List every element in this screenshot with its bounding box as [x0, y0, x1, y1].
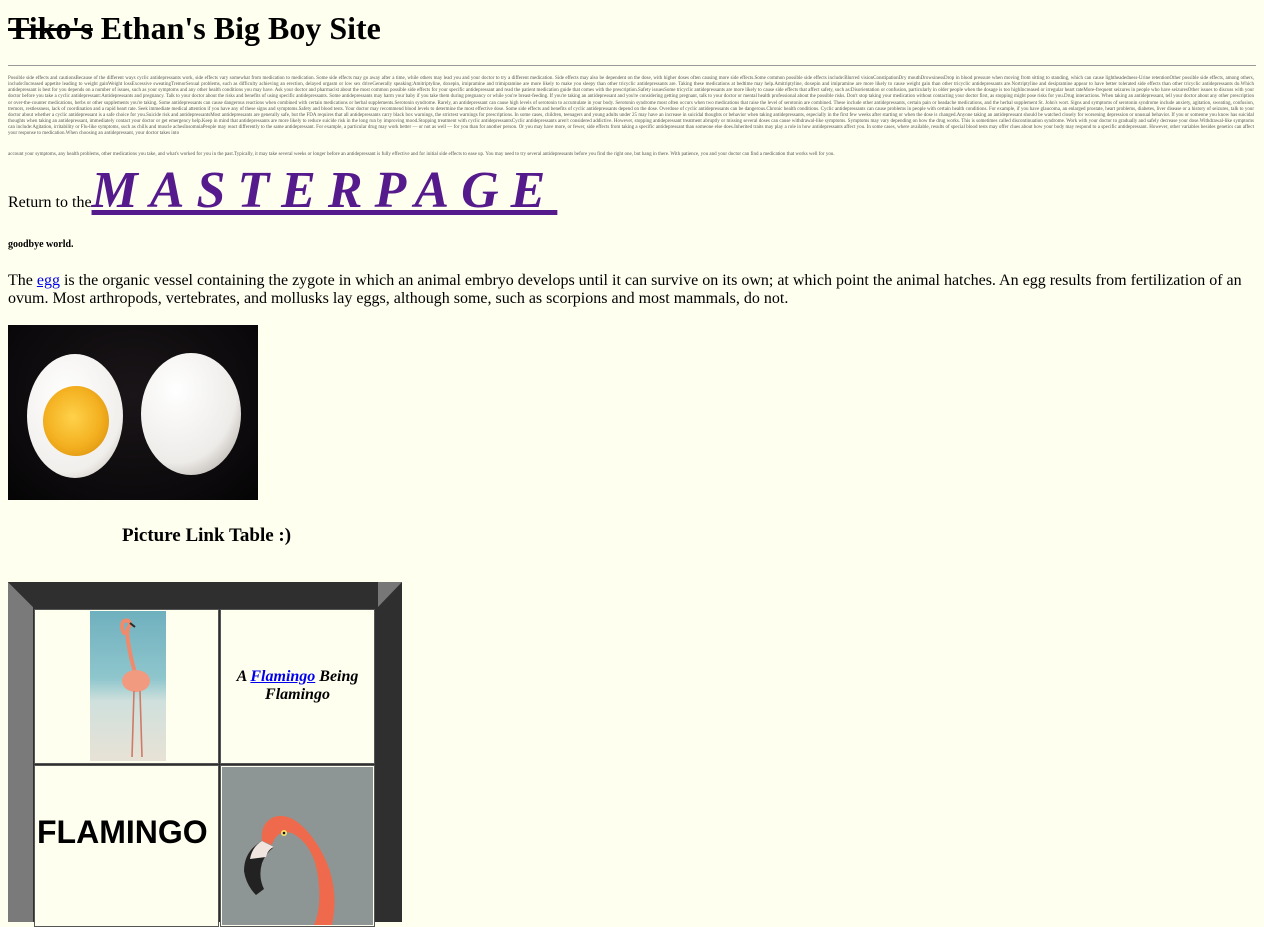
egg-paragraph: The egg is the organic vessel containing… — [8, 272, 1252, 309]
cell-flamingo-caption: A Flamingo Being Flamingo — [220, 609, 375, 764]
site-title: Tiko's Ethan's Big Boy Site — [8, 0, 1256, 48]
flamingo-word: FLAMINGO — [37, 814, 208, 850]
caption-lead: A — [236, 668, 251, 685]
horizontal-rule — [8, 65, 1256, 66]
fine-print-tail: account your symptoms, any health proble… — [8, 151, 835, 157]
cell-flamingo-photo — [34, 609, 219, 764]
cell-flamingo-word: FLAMINGO — [34, 765, 219, 927]
site-title-text: Ethan's Big Boy Site — [100, 10, 381, 46]
flamingo-caption: A Flamingo Being Flamingo — [221, 668, 374, 704]
goodbye-text: goodbye world. — [8, 238, 74, 250]
flamingo-head-photo[interactable] — [222, 767, 373, 925]
egg-para-body: is the organic vessel containing the zyg… — [8, 271, 1242, 308]
fine-print-block: Possible side effects and cautionsBecaus… — [8, 76, 1254, 137]
flamingo-standing-photo[interactable] — [90, 611, 166, 761]
return-prefix: Return to the — [8, 193, 92, 211]
cell-flamingo-head — [220, 765, 375, 927]
egg-link[interactable]: egg — [37, 272, 60, 289]
table-caption: Picture Link Table :) — [122, 524, 292, 546]
egg-illustration — [27, 352, 241, 478]
masterpage-link[interactable]: MASTERPAGE — [92, 162, 558, 219]
struck-name: Tiko's — [8, 10, 93, 46]
return-line: Return to theMASTERPAGE — [8, 162, 1256, 220]
picture-link-table: A Flamingo Being Flamingo FLAMINGO — [8, 582, 402, 927]
egg-para-lead: The — [8, 271, 37, 289]
flamingo-link[interactable]: Flamingo — [250, 668, 315, 685]
egg-photo — [8, 324, 258, 500]
